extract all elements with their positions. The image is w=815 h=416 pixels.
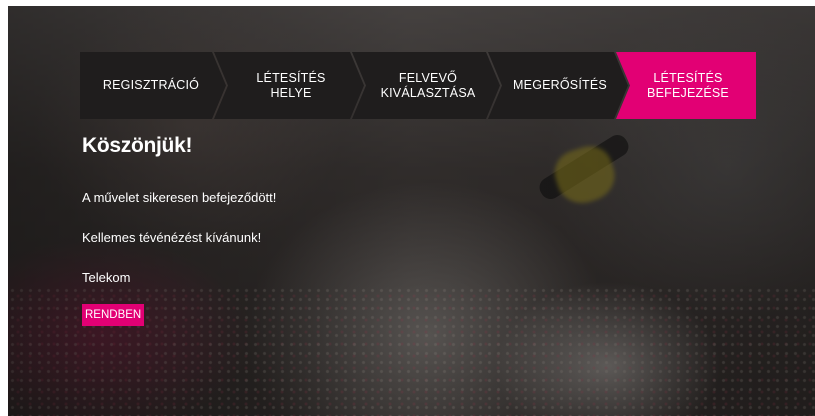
signature-text: Telekom [82,270,131,285]
step-label-line: LÉTESÍTÉS [256,70,326,85]
ok-button[interactable]: RENDBEN [82,304,145,326]
step-installation-location: LÉTESÍTÉS HELYE [214,52,364,119]
step-label-line: LÉTESÍTÉS [653,70,723,85]
page-title: Köszönjük! [82,134,193,157]
step-registration: REGISZTRÁCIÓ [80,52,226,119]
step-label-line: BEFEJEZÉSE [647,85,729,100]
app-frame: REGISZTRÁCIÓ LÉTESÍTÉS HELYE FELVEVŐ KIV… [8,6,815,416]
success-message: A művelet sikeresen befejeződött! [82,190,277,205]
step-label-line: HELYE [270,85,312,100]
setup-stepper: REGISZTRÁCIÓ LÉTESÍTÉS HELYE FELVEVŐ KIV… [80,52,756,119]
step-label-line: FELVEVŐ [398,70,458,85]
step-receiver-selection: FELVEVŐ KIVÁLASZTÁSA [352,52,500,119]
step-confirmation: MEGERŐSÍTÉS [488,52,628,119]
step-label-line: REGISZTRÁCIÓ [102,78,200,92]
step-label-line: KIVÁLASZTÁSA [380,85,476,100]
step-label-line: MEGERŐSÍTÉS [513,78,607,92]
wish-message: Kellemes tévénézést kívánunk! [82,230,262,245]
step-installation-complete: LÉTESÍTÉS BEFEJEZÉSE [616,52,756,119]
confirmation-panel: Köszönjük! A művelet sikeresen befejeződ… [82,134,276,326]
